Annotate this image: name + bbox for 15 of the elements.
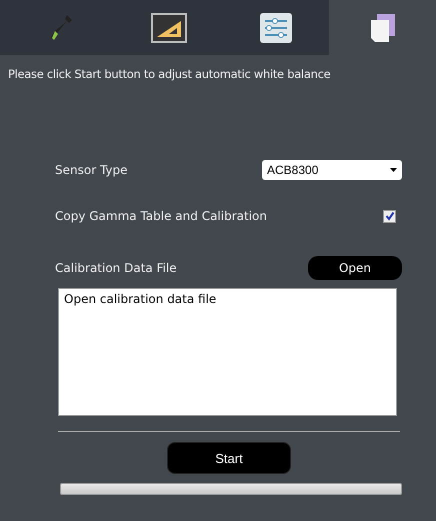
caret-icon	[390, 168, 397, 172]
sensor-type-dropdown[interactable]: ACB8300	[262, 160, 402, 180]
instruction-text: Please click Start button to adjust automatic white balance	[7, 66, 332, 81]
tab[interactable]	[329, 0, 436, 55]
start-button[interactable]: Start	[167, 442, 291, 474]
checkbox[interactable]	[383, 210, 396, 222]
sensor-type-label: Sensor Type	[55, 163, 128, 177]
set-square-icon	[150, 12, 186, 42]
calibration-file-label: Calibration Data File	[55, 261, 177, 275]
dropper-icon	[50, 12, 74, 42]
copy-gamma-label: Copy Gamma Table and Calibration	[55, 209, 267, 223]
sliders-icon	[260, 12, 292, 42]
pages-icon	[368, 12, 396, 44]
open-button[interactable]: Open	[308, 256, 402, 280]
calibration-text-area[interactable]: Open calibration data file	[58, 288, 397, 416]
